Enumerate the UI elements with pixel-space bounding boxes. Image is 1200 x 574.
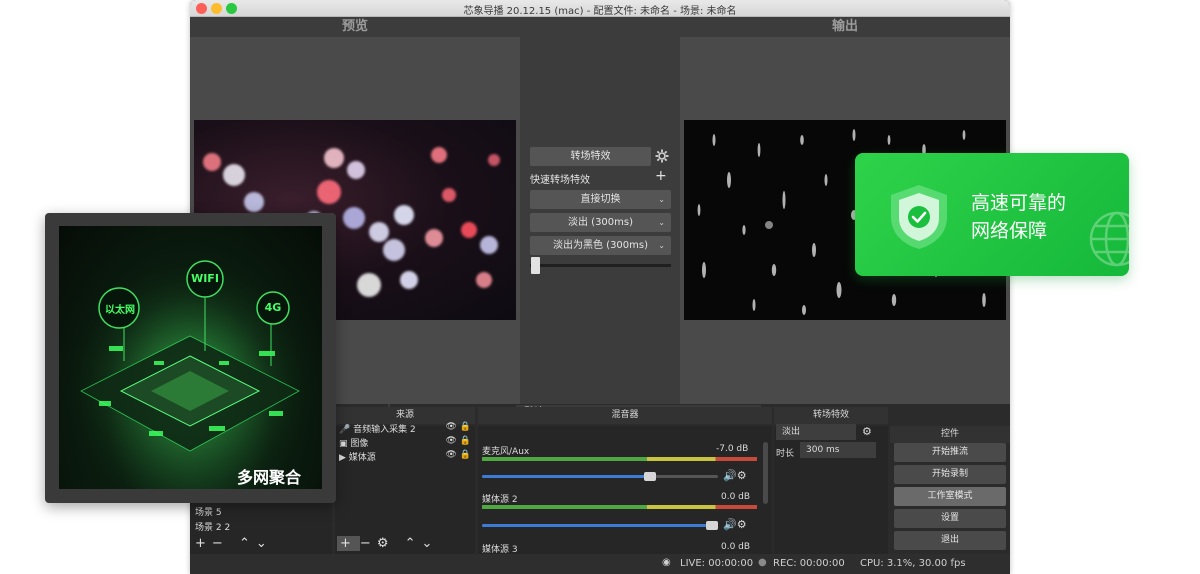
rec-timer: REC: 00:00:00 [773, 558, 845, 569]
multi-network-caption: 多网聚合 [237, 468, 302, 487]
mixer-scrollbar[interactable] [763, 442, 768, 504]
start-streaming-button[interactable]: 开始推流 [894, 443, 1006, 462]
transitions-dock-header: 转场特效 [774, 407, 888, 424]
gear-icon[interactable]: ⚙ [862, 425, 872, 438]
network-chip-illustration: 以太网 WIFI 4G 多网聚合 [59, 226, 322, 489]
quick-transition-fade[interactable]: 淡出 (300ms) ⌄ [530, 213, 671, 232]
controls-header: 控件 [890, 426, 1010, 443]
mixer-channel-db: 0.0 dB [721, 542, 751, 552]
t-bar-track[interactable] [530, 264, 671, 267]
quick-transition-fade-black[interactable]: 淡出为黑色 (300ms) ⌄ [530, 236, 671, 255]
transition-button[interactable]: 转场特效 [530, 147, 651, 166]
chevron-down-icon: ⌄ [658, 241, 665, 250]
preview-label: 预览 [341, 19, 368, 34]
live-timer: LIVE: 00:00:00 [680, 558, 754, 569]
stage: 芯象导播 20.12.15 (mac) - 配置文件: 未命名 - 场景: 未命… [0, 0, 1200, 574]
duration-label: 时长 [776, 449, 795, 459]
rec-indicator-icon: ● [758, 557, 767, 568]
reliable-network-line2: 网络保障 [971, 220, 1048, 242]
volume-meter [482, 457, 757, 461]
4g-label: 4G [264, 301, 282, 314]
reliable-network-card: 高速可靠的 网络保障 [855, 153, 1129, 276]
live-indicator-icon: ◉ [662, 557, 671, 568]
wifi-label: WIFI [191, 272, 219, 285]
chevron-down-icon: ⌄ [658, 218, 665, 227]
speaker-icon[interactable]: 🔊⚙ [723, 469, 747, 482]
start-recording-button[interactable]: 开始录制 [894, 465, 1006, 484]
program-label: 输出 [831, 19, 858, 34]
quick-transitions-label: 快速转场特效 [530, 175, 590, 186]
volume-slider[interactable] [482, 521, 718, 530]
ethernet-label: 以太网 [105, 305, 135, 316]
transition-select[interactable]: 淡出 [776, 424, 856, 440]
mixer-channel-name: 媒体源 2 [482, 495, 518, 505]
status-bar: ◉ LIVE: 00:00:00 ● REC: 00:00:00 CPU: 3.… [190, 554, 1010, 574]
chip-city-graphic [59, 226, 322, 489]
window-title: 芯象导播 20.12.15 (mac) - 配置文件: 未命名 - 场景: 未命… [463, 6, 737, 17]
chevron-down-icon: ⌄ [658, 195, 665, 204]
globe-icon [1087, 209, 1129, 269]
transitions-dock: 转场特效 淡出 ⚙ 时长 300 ms [774, 407, 888, 554]
add-icon[interactable]: + [655, 169, 667, 183]
speaker-icon[interactable]: 🔊⚙ [723, 518, 747, 531]
reliable-network-line1: 高速可靠的 [971, 192, 1067, 214]
mixer-channel-db: 0.0 dB [721, 492, 751, 502]
reliable-network-text: 高速可靠的 网络保障 [971, 189, 1066, 245]
duration-input[interactable]: 300 ms [800, 442, 876, 458]
settings-button[interactable]: 设置 [894, 509, 1006, 528]
quick-transition-cut[interactable]: 直接切换 ⌄ [530, 190, 671, 209]
gear-icon[interactable] [655, 148, 669, 163]
mixer-channel-db: -7.0 dB [716, 444, 749, 454]
volume-slider[interactable] [482, 472, 718, 481]
title-bar: 芯象导播 20.12.15 (mac) - 配置文件: 未命名 - 场景: 未命… [190, 0, 1010, 17]
cpu-fps: CPU: 3.1%, 30.00 fps [860, 558, 966, 569]
volume-meter [482, 505, 757, 509]
exit-button[interactable]: 退出 [894, 531, 1006, 550]
mixer-header: 混音器 [478, 407, 772, 424]
shield-check-icon [887, 183, 951, 251]
t-bar-handle[interactable] [531, 257, 540, 274]
multi-network-card: 以太网 WIFI 4G 多网聚合 [45, 213, 336, 503]
studio-mode-button[interactable]: 工作室模式 [894, 487, 1006, 506]
mixer-channel-name: 麦克风/Aux [482, 447, 530, 457]
